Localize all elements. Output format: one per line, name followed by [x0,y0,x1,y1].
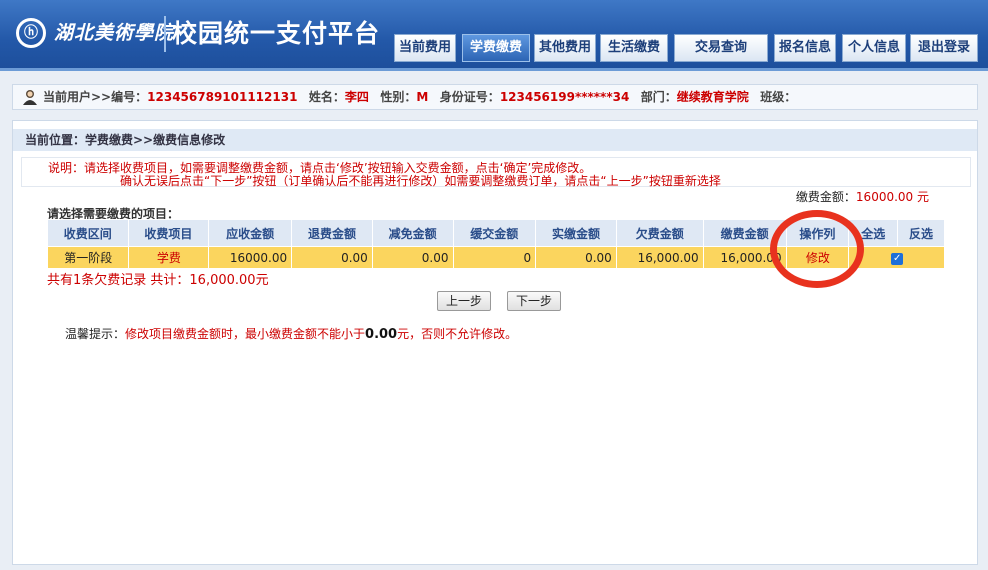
amount-value: 16000.00 元 [855,190,929,204]
invert-select-link[interactable]: 反选 [897,219,945,247]
cell-refund: 0.00 [291,246,373,269]
tip-text-b: 元，否则不允许修改。 [397,327,518,341]
nav-tuition-payment[interactable]: 学费缴费 [462,34,530,62]
col-paid: 实缴金额 [535,219,617,247]
cell-period: 第一阶段 [47,246,129,269]
id-value: 123456789101112131 [147,90,298,104]
cell-owed: 16,000.00 [615,246,704,269]
payment-amount: 缴费金额：16000.00 元 [796,188,929,205]
cell-reduction: 0.00 [371,246,454,269]
cell-receivable: 16000.00 [208,246,293,269]
user-avatar-icon [23,90,37,105]
cell-item: 学费 [127,246,210,269]
col-reduction: 减免金额 [371,219,454,247]
sex-label: 性别： [380,90,417,104]
name-label: 姓名： [308,90,345,104]
idcard-label: 身份证号： [439,90,500,104]
breadcrumb: 当前位置：学费缴费>>缴费信息修改 [13,129,977,151]
nav-personal-info[interactable]: 个人信息 [842,34,906,62]
cell-deferred: 0 [452,246,537,269]
col-refund: 退费金额 [291,219,373,247]
nav-transaction-query[interactable]: 交易查询 [674,34,768,62]
tip-label: 温馨提示： [65,327,126,341]
instructions-box: 说明：请选择收费项目，如需要调整缴费金额，请点击‘修改’按钮输入交费金额，点击‘… [21,157,971,188]
platform-title: 校园统一支付平台 [172,19,381,48]
nav-logout[interactable]: 退出登录 [910,34,978,62]
school-logo-icon: ⓗ [16,18,46,48]
warm-tip: 温馨提示：修改项目缴费金额时，最小缴费金额不能小于0.00元，否则不允许修改。 [65,325,517,342]
row-checkbox[interactable]: ✓ [891,253,904,265]
nav-other-fees[interactable]: 其他费用 [534,34,596,62]
school-name: 湖北美術學院 [54,22,175,44]
nav-living-payment[interactable]: 生活缴费 [600,34,668,62]
annotation-circle [770,210,864,288]
name-value: 李四 [344,90,369,104]
dept-value: 继续教育学院 [676,90,749,104]
class-label: 班级： [760,90,797,104]
user-prefix: 当前用户>> [43,90,112,104]
dept-label: 部门： [640,90,677,104]
tip-text-a: 修改项目缴费金额时，最小缴费金额不能小于 [125,327,366,341]
prev-step-button[interactable]: 上一步 [437,291,491,311]
cell-paid: 0.00 [535,246,617,269]
idcard-value: 123456199******34 [499,90,630,104]
nav-registration-info[interactable]: 报名信息 [774,34,836,62]
main-panel: 当前位置：学费缴费>>缴费信息修改 说明：请选择收费项目，如需要调整缴费金额，请… [12,120,978,565]
col-receivable: 应收金额 [208,219,293,247]
nav-current-fees[interactable]: 当前费用 [394,34,456,62]
instruction-line-2: 确认无误后点击“下一步”按钮（订单确认后不能再进行修改）如需要调整缴费订单，请点… [120,174,721,188]
id-label: 编号： [111,90,148,104]
col-item: 收费项目 [127,219,210,247]
header-divider [164,16,166,52]
current-user-bar: 当前用户>>编号：123456789101112131 姓名：李四 性别：M 身… [12,84,978,110]
debt-summary: 共有1条欠费记录 共计：16,000.00元 [47,273,269,288]
amount-label: 缴费金额： [795,190,856,204]
tip-min-value: 0.00 [365,327,398,342]
header-bar: ⓗ 湖北美術學院 校园统一支付平台 当前费用 学费缴费 其他费用 生活缴费 交易… [0,0,988,71]
col-owed: 欠费金额 [615,219,704,247]
user-info-line: 当前用户>>编号：123456789101112131 姓名：李四 性别：M 身… [43,85,796,109]
col-period: 收费区间 [47,219,129,247]
col-deferred: 缓交金额 [452,219,537,247]
next-step-button[interactable]: 下一步 [507,291,561,311]
sex-value: M [416,90,429,104]
